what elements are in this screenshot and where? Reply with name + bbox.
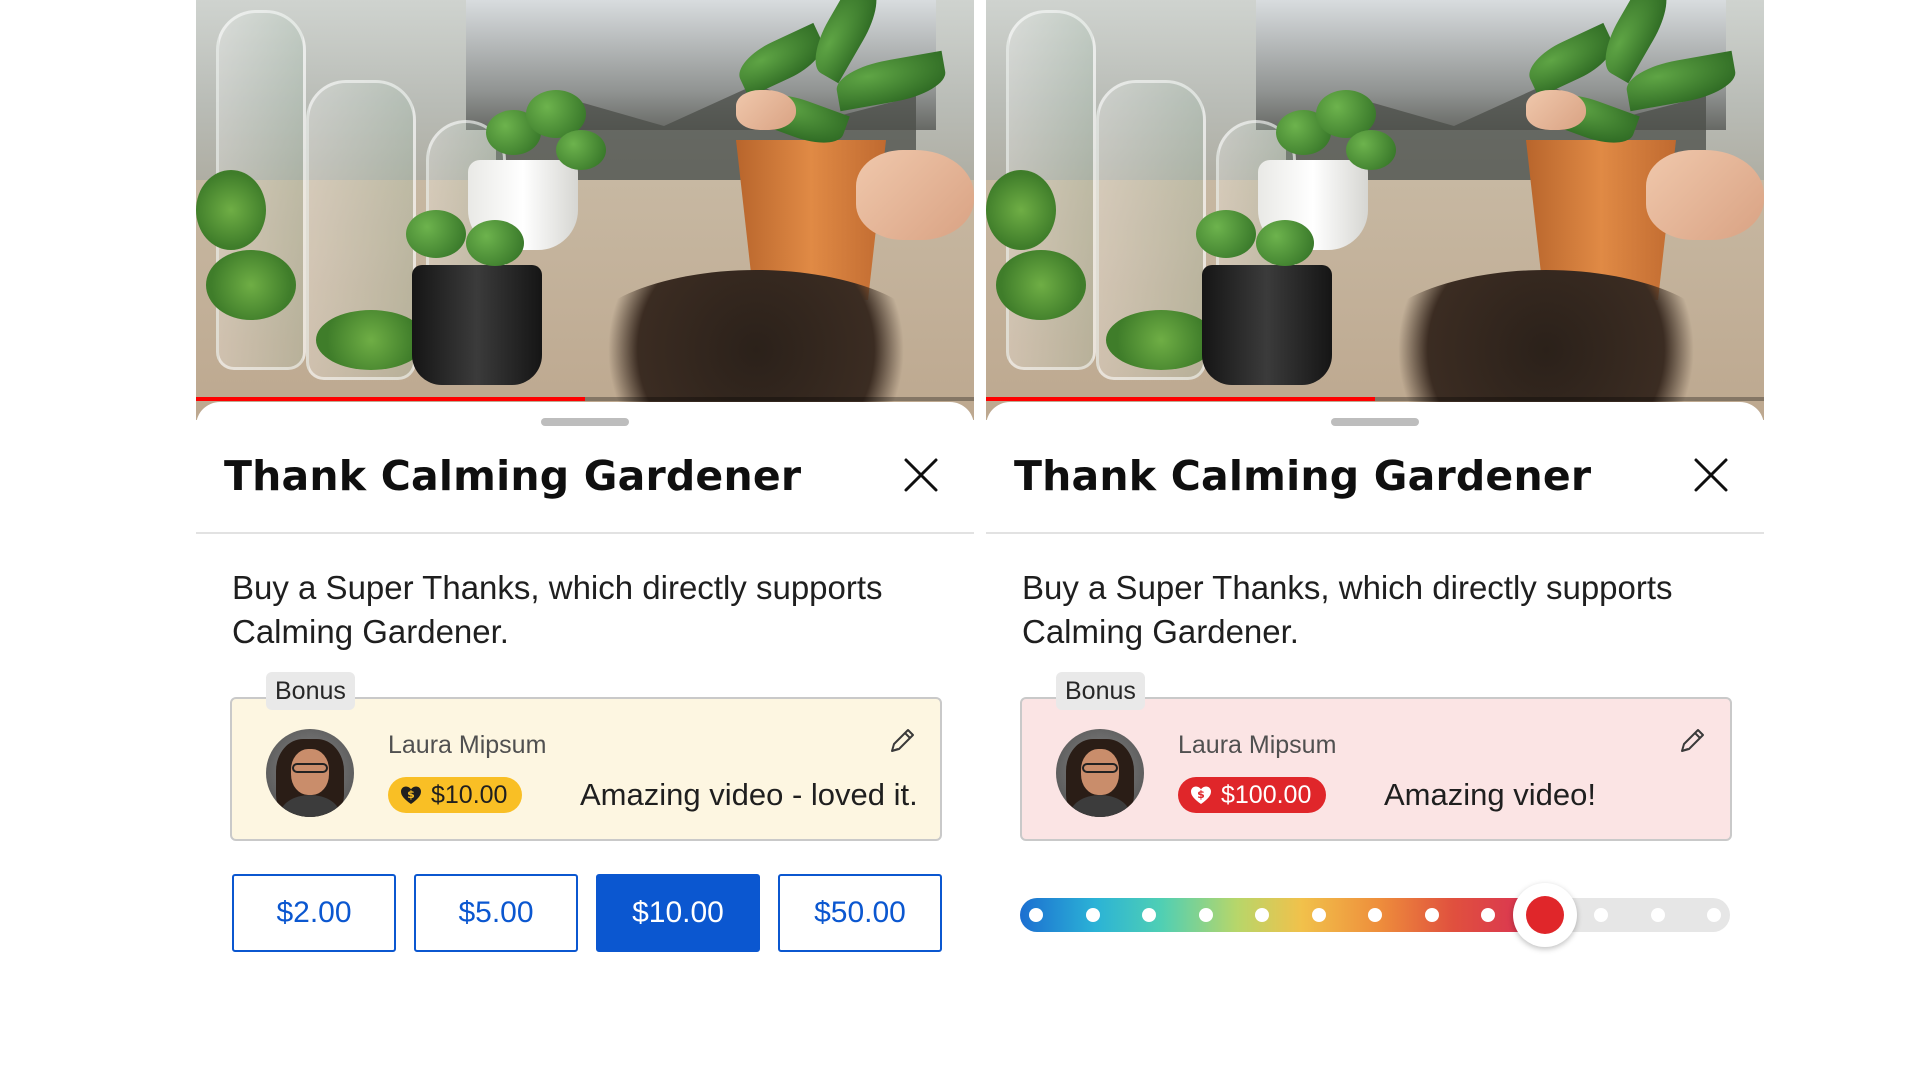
leaf <box>1346 130 1396 170</box>
black-pot <box>412 265 542 385</box>
slider-tick <box>1029 908 1043 922</box>
pencil-icon <box>1681 729 1704 752</box>
video-player[interactable] <box>196 0 974 420</box>
comment-author: Laura Mipsum <box>388 731 547 759</box>
bonus-tag: Bonus <box>1056 672 1145 710</box>
super-thanks-sheet: Thank Calming Gardener Buy a Super Thank… <box>986 402 1764 1080</box>
amount-text: $100.00 <box>1221 780 1312 809</box>
avatar-glasses <box>1082 763 1118 773</box>
sheet-description: Buy a Super Thanks, which directly suppo… <box>1022 569 1673 650</box>
pencil-icon <box>891 729 914 752</box>
edit-button[interactable] <box>886 725 918 757</box>
close-icon <box>1694 458 1728 492</box>
slider-tick <box>1707 908 1721 922</box>
video-player[interactable] <box>986 0 1764 420</box>
right-panel: Thank Calming Gardener Buy a Super Thank… <box>986 0 1764 1080</box>
sheet-title: Thank Calming Gardener <box>1014 452 1592 500</box>
super-thanks-sheet: Thank Calming Gardener Buy a Super Thank… <box>196 402 974 1080</box>
moss <box>316 310 426 370</box>
moss <box>1106 310 1216 370</box>
leaf <box>406 210 466 258</box>
video-progress-fill <box>196 397 585 401</box>
comment-preview-card: Laura Mipsum $ $10.00 Amazing video - lo… <box>230 697 942 841</box>
amount-text: $10.00 <box>431 780 508 809</box>
amount-option-button-selected[interactable]: $10.00 <box>596 874 760 952</box>
black-pot <box>1202 265 1332 385</box>
leaf <box>466 220 524 266</box>
slider-tick <box>1255 908 1269 922</box>
close-icon <box>904 458 938 492</box>
sheet-title: Thank Calming Gardener <box>224 452 802 500</box>
avatar-glasses <box>292 763 328 773</box>
close-button[interactable] <box>1692 456 1730 494</box>
amount-option-button[interactable]: $5.00 <box>414 874 578 952</box>
hand <box>856 150 974 240</box>
video-progress-bar[interactable] <box>986 397 1764 401</box>
sheet-divider <box>986 532 1764 534</box>
super-thanks-amount-badge: $ $10.00 <box>388 777 523 813</box>
amount-slider[interactable] <box>1020 872 1730 956</box>
comment-preview-card: Laura Mipsum $ $100.00 Amazing video! <box>1020 697 1732 841</box>
moss <box>196 170 266 250</box>
leaf <box>1256 220 1314 266</box>
slider-tick <box>1650 908 1665 922</box>
video-progress-fill <box>986 397 1375 401</box>
video-progress-bar[interactable] <box>196 397 974 401</box>
slider-tick <box>1481 908 1495 922</box>
amount-options: $2.00 $5.00 $10.00 $50.00 <box>232 874 942 952</box>
leaf <box>1196 210 1256 258</box>
edit-button[interactable] <box>1676 725 1708 757</box>
leaf <box>556 130 606 170</box>
comment-message: Amazing video - loved it. <box>580 777 918 812</box>
svg-text:$: $ <box>407 788 415 801</box>
slider-tick <box>1085 908 1100 922</box>
slider-tick <box>1594 908 1608 922</box>
sheet-description: Buy a Super Thanks, which directly suppo… <box>232 569 883 650</box>
moss <box>986 170 1056 250</box>
sheet-divider <box>196 532 974 534</box>
hand <box>736 90 796 130</box>
comment-message: Amazing video! <box>1384 777 1596 812</box>
slider-tick <box>1198 908 1213 922</box>
moss <box>206 250 296 320</box>
amount-option-button[interactable]: $50.00 <box>778 874 942 952</box>
slider-tick <box>1368 908 1382 922</box>
svg-text:$: $ <box>1197 788 1205 801</box>
amount-option-button[interactable]: $2.00 <box>232 874 396 952</box>
hand <box>1646 150 1764 240</box>
close-button[interactable] <box>902 456 940 494</box>
drag-handle[interactable] <box>541 418 629 426</box>
moss <box>996 250 1086 320</box>
heart-dollar-icon: $ <box>401 786 421 804</box>
super-thanks-amount-badge: $ $100.00 <box>1178 777 1327 813</box>
slider-thumb[interactable] <box>1512 883 1577 947</box>
avatar <box>1056 729 1144 817</box>
drag-handle[interactable] <box>1331 418 1419 426</box>
slider-tick <box>1142 908 1156 922</box>
hand <box>1526 90 1586 130</box>
comment-author: Laura Mipsum <box>1178 731 1337 759</box>
slider-tick <box>1311 908 1326 922</box>
avatar <box>266 729 354 817</box>
slider-tick <box>1424 908 1439 922</box>
left-panel: Thank Calming Gardener Buy a Super Thank… <box>196 0 974 1080</box>
heart-dollar-icon: $ <box>1191 786 1211 804</box>
bonus-tag: Bonus <box>266 672 355 710</box>
